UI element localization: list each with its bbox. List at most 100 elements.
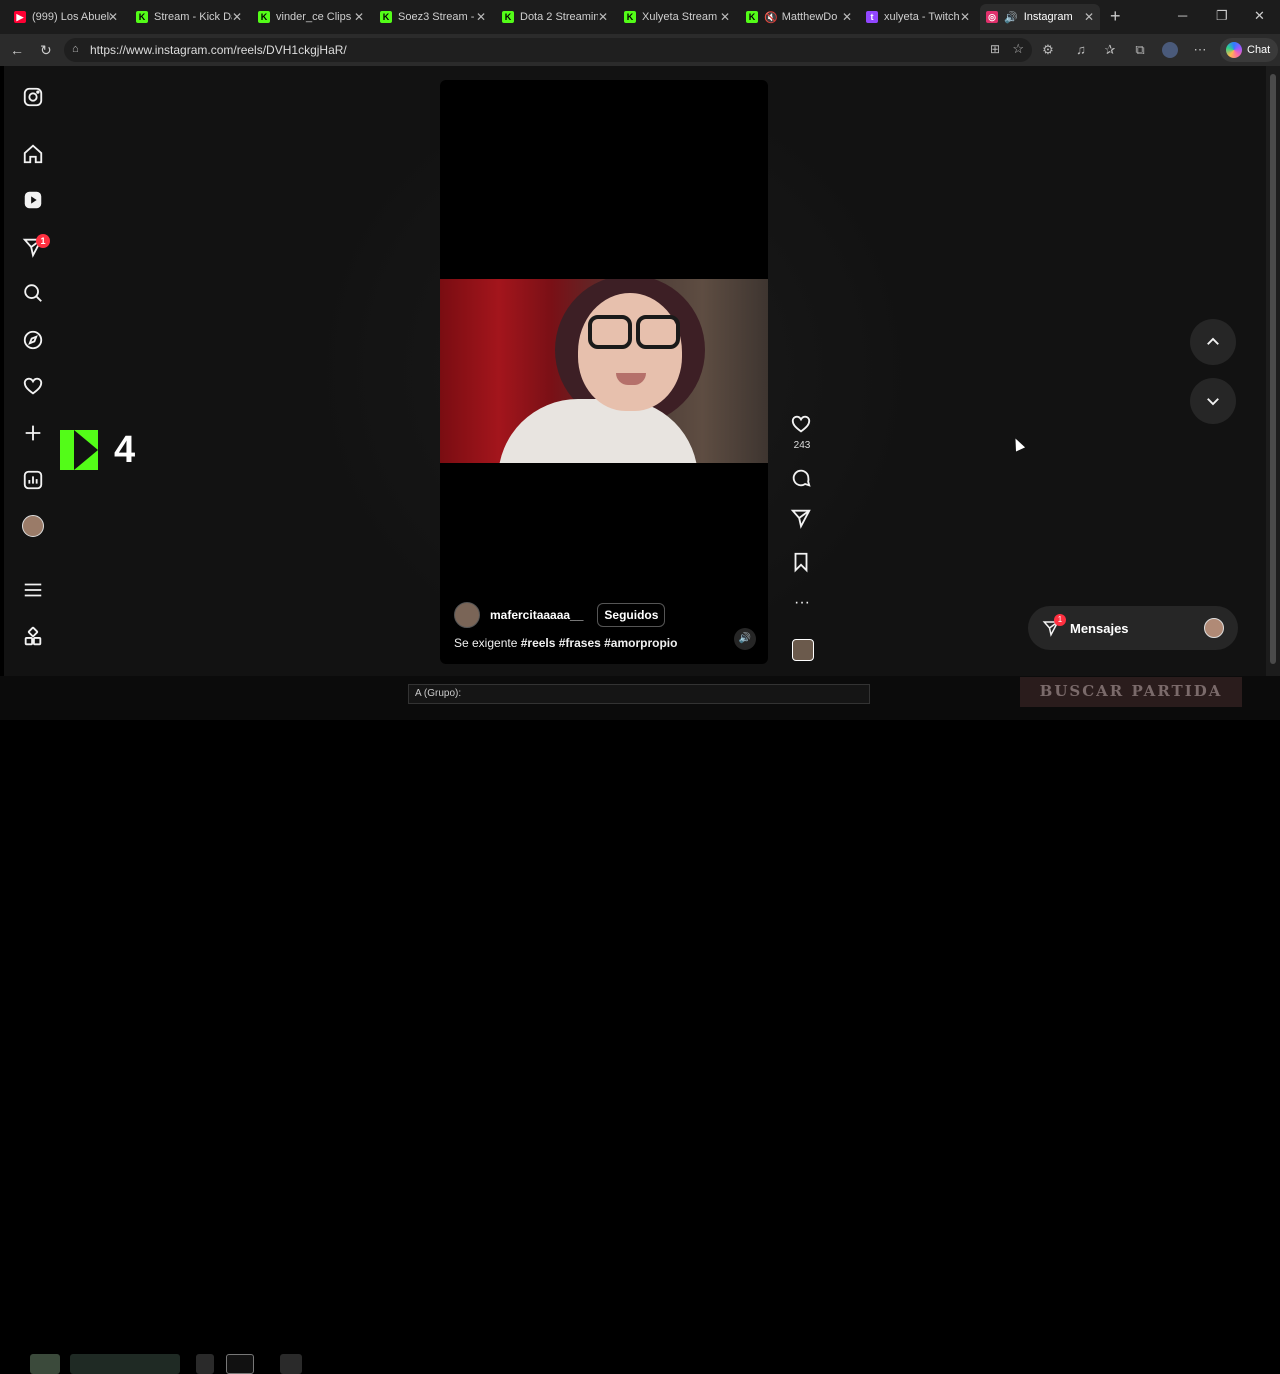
tab-twitch[interactable]: t xulyeta - Twitch ✕ (866, 4, 976, 30)
profile-avatar[interactable] (22, 515, 44, 537)
refresh-icon[interactable]: ↻ (40, 42, 52, 59)
close-tab-icon[interactable]: ✕ (842, 10, 852, 24)
copilot-chat-button[interactable]: Chat (1220, 38, 1278, 62)
kick-icon: K (502, 11, 514, 23)
kick-logo-icon (60, 430, 98, 470)
reel-caption: Se exigente #reels #frases #amorpropio (454, 636, 678, 650)
comment-bubble-icon[interactable] (790, 467, 814, 491)
share-send-icon[interactable] (790, 507, 814, 531)
close-tab-icon[interactable]: ✕ (720, 10, 730, 24)
messages-badge: 1 (1054, 614, 1066, 626)
reels-icon[interactable] (22, 189, 44, 211)
like-heart-icon[interactable] (790, 413, 814, 437)
close-tab-icon[interactable]: ✕ (960, 10, 970, 24)
youtube-icon: ▶ (14, 11, 26, 23)
chevron-up-icon (1207, 337, 1219, 345)
dashboard-chart-icon[interactable] (22, 469, 44, 491)
next-reel-button[interactable] (1190, 378, 1236, 424)
speaker-icon[interactable]: 🔊 (1004, 11, 1018, 24)
kick-overlay: 4 (60, 424, 152, 476)
caption-hashtags[interactable]: #reels #frases #amorpropio (521, 636, 678, 650)
minimize-icon[interactable]: ─ (1178, 8, 1187, 23)
notification-badge: 1 (36, 234, 50, 248)
extensions-icon[interactable]: ⚙ (1040, 42, 1056, 58)
volume-toggle-icon[interactable]: 🔊 (734, 628, 756, 650)
copilot-icon (1226, 42, 1242, 58)
collections-icon[interactable]: ⧉ (1132, 42, 1148, 58)
media-control-icon[interactable]: ♫ (1073, 42, 1089, 58)
reel-owner: mafercitaaaaa__ Seguidos (454, 602, 666, 628)
app-available-icon[interactable]: ⊞ (990, 42, 1000, 56)
like-count[interactable]: 243 (790, 440, 814, 451)
new-tab-icon[interactable]: + (1110, 6, 1121, 27)
tab-xulyeta-stream[interactable]: K Xulyeta Stream ✕ (624, 4, 736, 30)
favorite-star-icon[interactable]: ☆ (1012, 41, 1024, 57)
tab-soez3-stream[interactable]: K Soez3 Stream - V ✕ (380, 4, 492, 30)
tab-matthewdo[interactable]: K 🔇 MatthewDo ✕ (746, 4, 858, 30)
browser-tab-bar: ▶ (999) Los Abuelo ✕ K Stream - Kick Da … (0, 0, 1280, 34)
game-map-icon (30, 1354, 60, 1374)
reel-player[interactable]: mafercitaaaaa__ Seguidos Se exigente #re… (440, 80, 768, 664)
tab-kick-stream[interactable]: K Stream - Kick Da ✕ (136, 4, 248, 30)
url-text[interactable]: https://www.instagram.com/reels/DVH1ckgj… (90, 43, 347, 57)
instagram-logo-icon[interactable] (22, 86, 44, 108)
home-icon[interactable] (22, 143, 44, 165)
close-window-icon[interactable]: ✕ (1254, 8, 1265, 24)
favorites-icon[interactable]: ✰ (1102, 42, 1118, 58)
previous-reel-button[interactable] (1190, 319, 1236, 365)
kick-icon: K (258, 11, 270, 23)
game-chat-input[interactable]: A (Grupo): (408, 684, 870, 704)
messages-avatar (1204, 618, 1224, 638)
messages-button[interactable]: 1 Mensajes (1028, 606, 1238, 650)
audio-thumbnail[interactable] (792, 639, 814, 661)
mouse-cursor (1010, 436, 1026, 452)
reel-video-frame[interactable] (440, 279, 768, 463)
more-options-icon[interactable]: ··· (790, 594, 814, 618)
close-tab-icon[interactable]: ✕ (354, 10, 364, 24)
close-tab-icon[interactable]: ✕ (232, 10, 242, 24)
restore-icon[interactable]: ❐ (1216, 8, 1228, 24)
profile-avatar[interactable] (1162, 42, 1178, 58)
twitch-icon: t (866, 11, 878, 23)
instagram-icon: ◎ (986, 11, 998, 23)
also-from-meta-icon[interactable] (22, 626, 44, 648)
video-glasses-left (588, 315, 632, 349)
search-icon[interactable] (22, 282, 44, 304)
find-match-button[interactable]: BUSCAR PARTIDA (1020, 677, 1242, 707)
following-button[interactable]: Seguidos (597, 603, 666, 627)
tab-youtube[interactable]: ▶ (999) Los Abuelo ✕ (14, 4, 124, 30)
heart-icon[interactable] (22, 375, 44, 397)
close-tab-icon[interactable]: ✕ (598, 10, 608, 24)
more-menu-icon[interactable]: ⋯ (1192, 42, 1208, 58)
owner-username[interactable]: mafercitaaaaa__ (490, 608, 583, 622)
address-bar[interactable]: ⌂ https://www.instagram.com/reels/DVH1ck… (64, 38, 1032, 62)
save-bookmark-icon[interactable] (790, 551, 814, 575)
tab-dota2-streaming[interactable]: K Dota 2 Streamin ✕ (502, 4, 614, 30)
tab-vinder-clips[interactable]: K vinder_ce Clips ✕ (258, 4, 370, 30)
site-info-icon[interactable]: ⌂ (72, 43, 79, 55)
kick-icon: K (136, 11, 148, 23)
video-glasses-right (636, 315, 680, 349)
kick-icon: K (624, 11, 636, 23)
game-minimap (70, 1354, 180, 1374)
back-icon[interactable]: ← (10, 42, 24, 58)
owner-avatar[interactable] (454, 602, 480, 628)
close-tab-icon[interactable]: ✕ (476, 10, 486, 24)
page-scrollbar[interactable] (1266, 66, 1280, 676)
chevron-down-icon (1207, 398, 1219, 406)
close-tab-icon[interactable]: ✕ (108, 10, 118, 24)
game-control-icon[interactable] (196, 1354, 214, 1374)
game-menu-icon[interactable] (280, 1354, 302, 1374)
muted-speaker-icon[interactable]: 🔇 (764, 11, 778, 24)
kick-icon: K (380, 11, 392, 23)
game-record-icon[interactable] (226, 1354, 254, 1374)
scrollbar-thumb[interactable] (1270, 74, 1276, 664)
explore-compass-icon[interactable] (22, 329, 44, 351)
browser-toolbar: ← ↻ ⌂ https://www.instagram.com/reels/DV… (0, 34, 1280, 66)
create-plus-icon[interactable] (22, 422, 44, 444)
close-tab-icon[interactable]: ✕ (1084, 10, 1094, 24)
kick-icon: K (746, 11, 758, 23)
menu-hamburger-icon[interactable] (22, 579, 44, 601)
video-person-face (578, 293, 682, 411)
tab-instagram[interactable]: ◎ 🔊 Instagram ✕ (980, 4, 1100, 30)
